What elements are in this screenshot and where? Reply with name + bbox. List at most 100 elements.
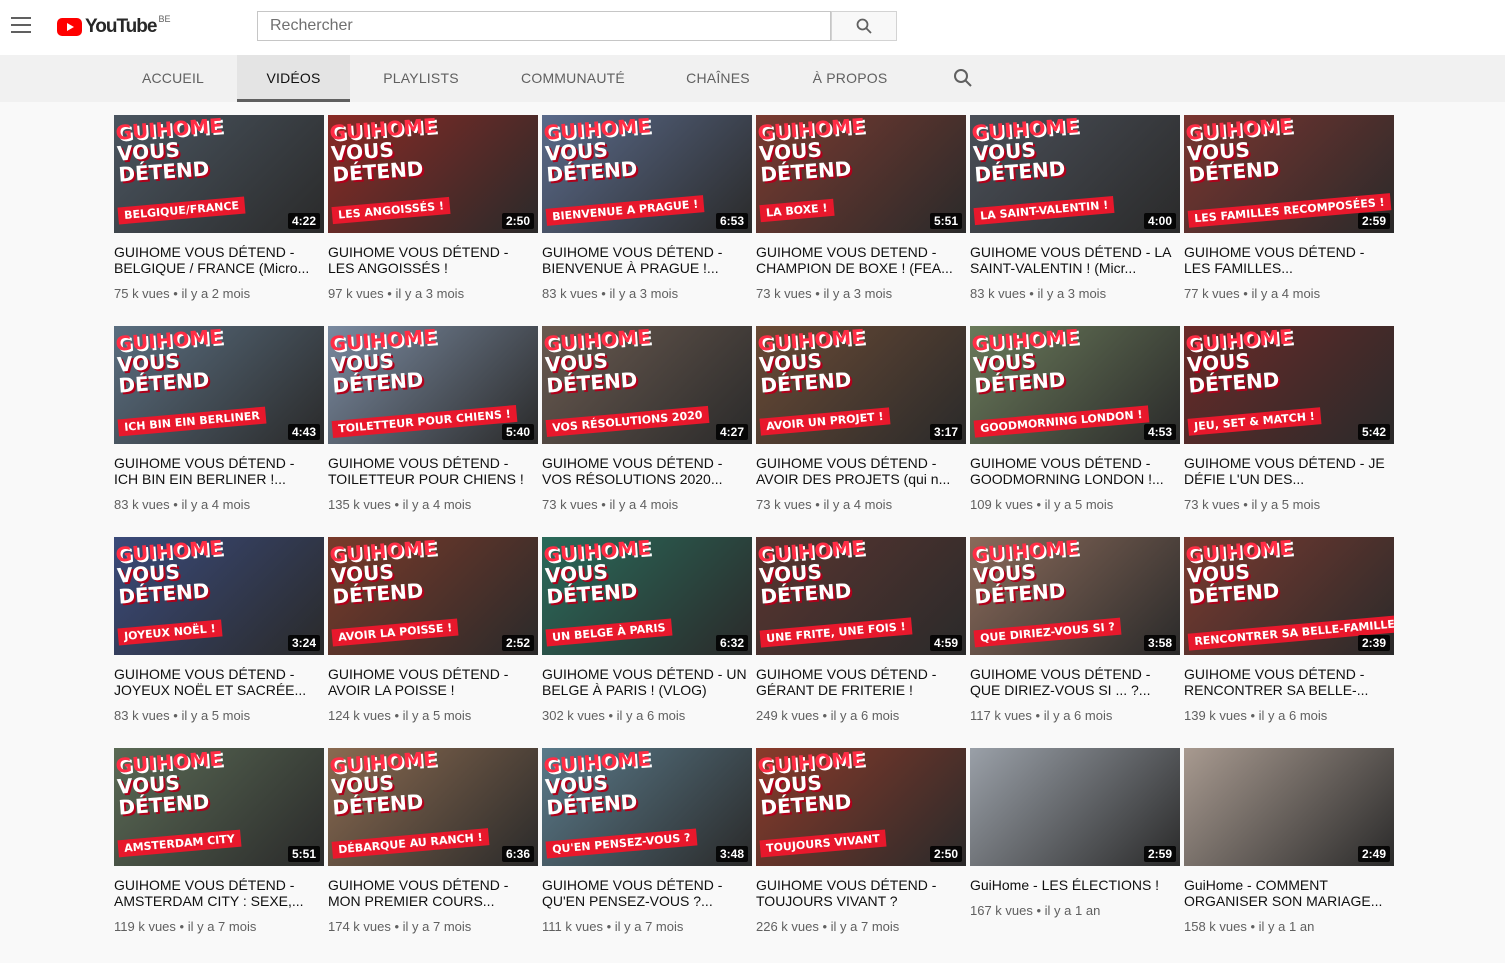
video-thumbnail[interactable]: GUIHOME VOUS DÉTEND QUE DIRIEZ-VOUS SI ? 3:5… [970, 537, 1180, 655]
search-button[interactable] [831, 11, 897, 41]
video-thumbnail[interactable]: GUIHOME VOUS DÉTEND VOS RÉSOLUTIONS 2020 4:2… [542, 326, 752, 444]
video-title[interactable]: GUIHOME VOUS DÉTEND - ICH BIN EIN BERLIN… [114, 455, 320, 487]
video-title[interactable]: GUIHOME VOUS DÉTEND - VOS RÉSOLUTIONS 20… [542, 455, 748, 487]
video-views: 97 k vues [328, 286, 384, 301]
video-thumbnail[interactable]: GUIHOME VOUS DÉTEND LA BOXE ! 5:51 [756, 115, 966, 233]
video-title[interactable]: GUIHOME VOUS DÉTEND - JE DÉFIE L'UN DES.… [1184, 455, 1390, 487]
video-card[interactable]: GUIHOME VOUS DÉTEND QUE DIRIEZ-VOUS SI ? 3:5… [970, 537, 1180, 737]
video-card[interactable]: GUIHOME VOUS DÉTEND JOYEUX NOËL ! 3:24 GUIHOM… [114, 537, 324, 737]
video-card[interactable]: GUIHOME VOUS DÉTEND AVOIR LA POISSE ! 2:52 GU… [328, 537, 538, 737]
tab-chaines[interactable]: CHAÎNES [672, 55, 764, 102]
video-card[interactable]: GUIHOME VOUS DÉTEND JEU, SET & MATCH ! 5:42 G… [1184, 326, 1394, 526]
tab-communaute[interactable]: COMMUNAUTÉ [508, 55, 638, 102]
video-thumbnail[interactable]: GUIHOME VOUS DÉTEND GOODMORNING LONDON ! 4:5… [970, 326, 1180, 444]
video-card[interactable]: GUIHOME VOUS DÉTEND DÉBARQUE AU RANCH ! 6:36… [328, 748, 538, 948]
video-card[interactable]: GUIHOME VOUS DÉTEND AVOIR UN PROJET ! 3:17 GU… [756, 326, 966, 526]
video-thumbnail[interactable]: GUIHOME VOUS DÉTEND AVOIR UN PROJET ! 3:17 [756, 326, 966, 444]
video-thumbnail[interactable]: 2:49 [1184, 748, 1394, 866]
video-title[interactable]: GUIHOME VOUS DÉTEND - AVOIR DES PROJETS … [756, 455, 962, 487]
video-card[interactable]: 2:49 GuiHome - COMMENT ORGANISER SON MARI… [1184, 748, 1394, 948]
video-thumbnail[interactable]: GUIHOME VOUS DÉTEND ICH BIN EIN BERLINER 4:4… [114, 326, 324, 444]
video-card[interactable]: GUIHOME VOUS DÉTEND GOODMORNING LONDON ! 4:5… [970, 326, 1180, 526]
video-title[interactable]: GUIHOME VOUS DÉTEND - LA SAINT-VALENTIN … [970, 244, 1176, 276]
video-title[interactable]: GUIHOME VOUS DÉTEND - LES FAMILLES... [1184, 244, 1390, 276]
video-duration: 3:24 [287, 635, 320, 651]
video-title[interactable]: GUIHOME VOUS DÉTEND - AVOIR LA POISSE ! [328, 666, 534, 698]
video-card[interactable]: GUIHOME VOUS DÉTEND LES FAMILLES RECOMPOSÉE… [1184, 115, 1394, 315]
thumbnail-caption: BIENVENUE A PRAGUE ! [545, 195, 705, 226]
meta-separator: • [597, 286, 610, 301]
search-box [257, 11, 831, 41]
video-card[interactable]: GUIHOME VOUS DÉTEND QU'EN PENSEZ-VOUS ? 3:48… [542, 748, 752, 948]
thumbnail-caption: AVOIR UN PROJET ! [759, 407, 891, 436]
video-thumbnail[interactable]: GUIHOME VOUS DÉTEND UN BELGE À PARIS 6:32 [542, 537, 752, 655]
video-card[interactable]: GUIHOME VOUS DÉTEND UNE FRITE, UNE FOIS ! 4:… [756, 537, 966, 737]
video-title[interactable]: GUIHOME VOUS DÉTEND - TOILETTEUR POUR CH… [328, 455, 534, 487]
channel-search-icon[interactable] [953, 68, 973, 88]
video-thumbnail[interactable]: GUIHOME VOUS DÉTEND AVOIR LA POISSE ! 2:52 [328, 537, 538, 655]
video-card[interactable]: GUIHOME VOUS DÉTEND TOUJOURS VIVANT 2:50 GUIH… [756, 748, 966, 948]
thumbnail-caption: JOYEUX NOËL ! [117, 619, 223, 646]
video-thumbnail[interactable]: GUIHOME VOUS DÉTEND BELGIQUE/FRANCE 4:22 [114, 115, 324, 233]
video-card[interactable]: GUIHOME VOUS DÉTEND TOILETTEUR POUR CHIENS … [328, 326, 538, 526]
video-thumbnail[interactable]: GUIHOME VOUS DÉTEND BIENVENUE A PRAGUE ! 6:5… [542, 115, 752, 233]
tab-playlists[interactable]: PLAYLISTS [370, 55, 472, 102]
video-card[interactable]: GUIHOME VOUS DÉTEND LES ANGOISSÉS ! 2:50 GUIH… [328, 115, 538, 315]
video-card[interactable]: GUIHOME VOUS DÉTEND BIENVENUE A PRAGUE ! 6:5… [542, 115, 752, 315]
video-card[interactable]: GUIHOME VOUS DÉTEND ICH BIN EIN BERLINER 4:4… [114, 326, 324, 526]
video-thumbnail[interactable]: GUIHOME VOUS DÉTEND TOILETTEUR POUR CHIENS … [328, 326, 538, 444]
youtube-logo[interactable]: YouTube BE [57, 14, 170, 38]
video-title[interactable]: GUIHOME VOUS DÉTEND - GÉRANT DE FRITERIE… [756, 666, 962, 698]
video-thumbnail[interactable]: GUIHOME VOUS DÉTEND UNE FRITE, UNE FOIS ! 4:… [756, 537, 966, 655]
video-card[interactable]: GUIHOME VOUS DÉTEND VOS RÉSOLUTIONS 2020 4:2… [542, 326, 752, 526]
video-age: il y a 6 mois [1043, 708, 1113, 723]
video-metadata: 119 k vues • il y a 7 mois [114, 919, 256, 934]
video-title[interactable]: GuiHome - LES ÉLECTIONS ! [970, 877, 1176, 893]
thumbnail-caption: TOILETTEUR POUR CHIENS ! [331, 404, 518, 439]
video-title[interactable]: GUIHOME VOUS DÉTEND - UN BELGE À PARIS !… [542, 666, 748, 698]
video-title[interactable]: GUIHOME VOUS DÉTEND - JOYEUX NOËL ET SAC… [114, 666, 320, 698]
video-thumbnail[interactable]: GUIHOME VOUS DÉTEND LES FAMILLES RECOMPOSÉE… [1184, 115, 1394, 233]
video-thumbnail[interactable]: GUIHOME VOUS DÉTEND LES ANGOISSÉS ! 2:50 [328, 115, 538, 233]
video-title[interactable]: GuiHome - COMMENT ORGANISER SON MARIAGE.… [1184, 877, 1390, 909]
video-thumbnail[interactable]: GUIHOME VOUS DÉTEND AMSTERDAM CITY 5:51 [114, 748, 324, 866]
thumbnail-series-badge: GUIHOME VOUS DÉTEND [971, 537, 1083, 609]
thumbnail-series-badge: GUIHOME VOUS DÉTEND [329, 115, 441, 187]
video-card[interactable]: GUIHOME VOUS DÉTEND AMSTERDAM CITY 5:51 GUIHO… [114, 748, 324, 948]
video-thumbnail[interactable]: GUIHOME VOUS DÉTEND TOUJOURS VIVANT 2:50 [756, 748, 966, 866]
video-thumbnail[interactable]: GUIHOME VOUS DÉTEND LA SAINT-VALENTIN ! 4:00 [970, 115, 1180, 233]
video-age: il y a 7 mois [830, 919, 900, 934]
video-title[interactable]: GUIHOME VOUS DETEND - CHAMPION DE BOXE !… [756, 244, 962, 276]
video-title[interactable]: GUIHOME VOUS DÉTEND - GOODMORNING LONDON… [970, 455, 1176, 487]
video-card[interactable]: GUIHOME VOUS DÉTEND BELGIQUE/FRANCE 4:22 GUIH… [114, 115, 324, 315]
video-card[interactable]: GUIHOME VOUS DÉTEND RENCONTRER SA BELLE-FAM… [1184, 537, 1394, 737]
video-thumbnail[interactable]: GUIHOME VOUS DÉTEND RENCONTRER SA BELLE-FAM… [1184, 537, 1394, 655]
meta-separator: • [1246, 708, 1259, 723]
hamburger-menu-icon[interactable] [11, 17, 31, 33]
video-card[interactable]: GUIHOME VOUS DÉTEND LA SAINT-VALENTIN ! 4:00… [970, 115, 1180, 315]
video-title[interactable]: GUIHOME VOUS DÉTEND - BELGIQUE / FRANCE … [114, 244, 320, 276]
video-title[interactable]: GUIHOME VOUS DÉTEND - AMSTERDAM CITY : S… [114, 877, 320, 909]
video-card[interactable]: GUIHOME VOUS DÉTEND LA BOXE ! 5:51 GUIHOME VO… [756, 115, 966, 315]
video-title[interactable]: GUIHOME VOUS DÉTEND - QUE DIRIEZ-VOUS SI… [970, 666, 1176, 698]
video-thumbnail[interactable]: GUIHOME VOUS DÉTEND QU'EN PENSEZ-VOUS ? 3:48 [542, 748, 752, 866]
tab-a-propos[interactable]: À PROPOS [800, 55, 900, 102]
thumbnail-caption: ICH BIN EIN BERLINER [117, 406, 267, 437]
video-thumbnail[interactable]: GUIHOME VOUS DÉTEND JOYEUX NOËL ! 3:24 [114, 537, 324, 655]
search-input[interactable] [258, 12, 830, 40]
video-thumbnail[interactable]: 2:59 [970, 748, 1180, 866]
tab-videos[interactable]: VIDÉOS [237, 55, 350, 102]
video-duration: 2:59 [1357, 213, 1390, 229]
video-card[interactable]: GUIHOME VOUS DÉTEND UN BELGE À PARIS 6:32 GUI… [542, 537, 752, 737]
video-title[interactable]: GUIHOME VOUS DÉTEND - TOUJOURS VIVANT ? [756, 877, 962, 909]
meta-separator: • [1239, 497, 1252, 512]
video-card[interactable]: 2:59 GuiHome - LES ÉLECTIONS ! 167 k vues … [970, 748, 1180, 948]
video-title[interactable]: GUIHOME VOUS DÉTEND - RENCONTRER SA BELL… [1184, 666, 1390, 698]
video-thumbnail[interactable]: GUIHOME VOUS DÉTEND DÉBARQUE AU RANCH ! 6:36 [328, 748, 538, 866]
video-title[interactable]: GUIHOME VOUS DÉTEND - BIENVENUE À PRAGUE… [542, 244, 748, 276]
video-title[interactable]: GUIHOME VOUS DÉTEND - MON PREMIER COURS.… [328, 877, 534, 909]
video-title[interactable]: GUIHOME VOUS DÉTEND - QU'EN PENSEZ-VOUS … [542, 877, 748, 909]
video-thumbnail[interactable]: GUIHOME VOUS DÉTEND JEU, SET & MATCH ! 5:42 [1184, 326, 1394, 444]
video-title[interactable]: GUIHOME VOUS DÉTEND - LES ANGOISSÉS ! [328, 244, 534, 276]
tab-accueil[interactable]: ACCUEIL [128, 55, 218, 102]
